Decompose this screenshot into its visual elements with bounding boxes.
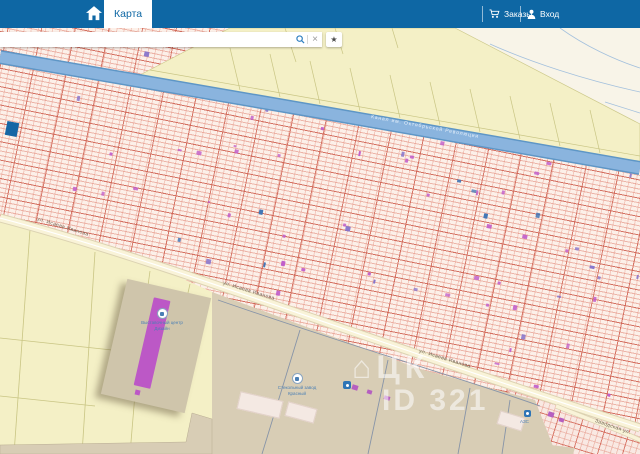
favorites-star-button[interactable]: ★ xyxy=(326,32,342,47)
header-divider xyxy=(482,6,483,22)
orders-button[interactable]: Заказы xyxy=(489,0,532,28)
poi-marker-blue[interactable] xyxy=(343,381,351,389)
home-button[interactable] xyxy=(86,6,104,22)
poi-circle-icon xyxy=(291,373,303,384)
clear-search-icon[interactable]: × xyxy=(308,32,322,47)
search-icon[interactable] xyxy=(293,32,307,47)
tab-map[interactable]: Карта xyxy=(104,0,153,28)
poi-circle-icon xyxy=(156,308,168,319)
top-navbar: Карта Заказы Вход xyxy=(0,0,640,28)
login-label: Вход xyxy=(540,9,560,19)
app-window: АЗС Выставочный центр Дизайн Стекольный … xyxy=(0,0,640,454)
home-icon xyxy=(86,6,102,21)
poi-marker-azs[interactable] xyxy=(524,410,531,417)
industrial-pocket xyxy=(541,444,575,454)
login-button[interactable]: Вход xyxy=(527,0,559,28)
search-input[interactable] xyxy=(0,33,293,46)
poi-glass-plant[interactable]: Стекольный завод Красный xyxy=(261,373,333,396)
magenta-building-small xyxy=(134,389,141,396)
person-icon xyxy=(527,9,536,19)
search-bar: × xyxy=(0,32,322,47)
cart-icon xyxy=(489,9,500,18)
azs-label: АЗС xyxy=(520,419,529,424)
header-divider xyxy=(520,6,521,22)
star-icon: ★ xyxy=(330,35,338,44)
poi-label-line2: Дизайн xyxy=(154,325,170,331)
map-canvas[interactable]: АЗС Выставочный центр Дизайн Стекольный … xyxy=(0,28,640,454)
poi-label-line2: Красный xyxy=(287,390,307,396)
poi-exhibition-center[interactable]: Выставочный центр Дизайн xyxy=(126,308,198,331)
